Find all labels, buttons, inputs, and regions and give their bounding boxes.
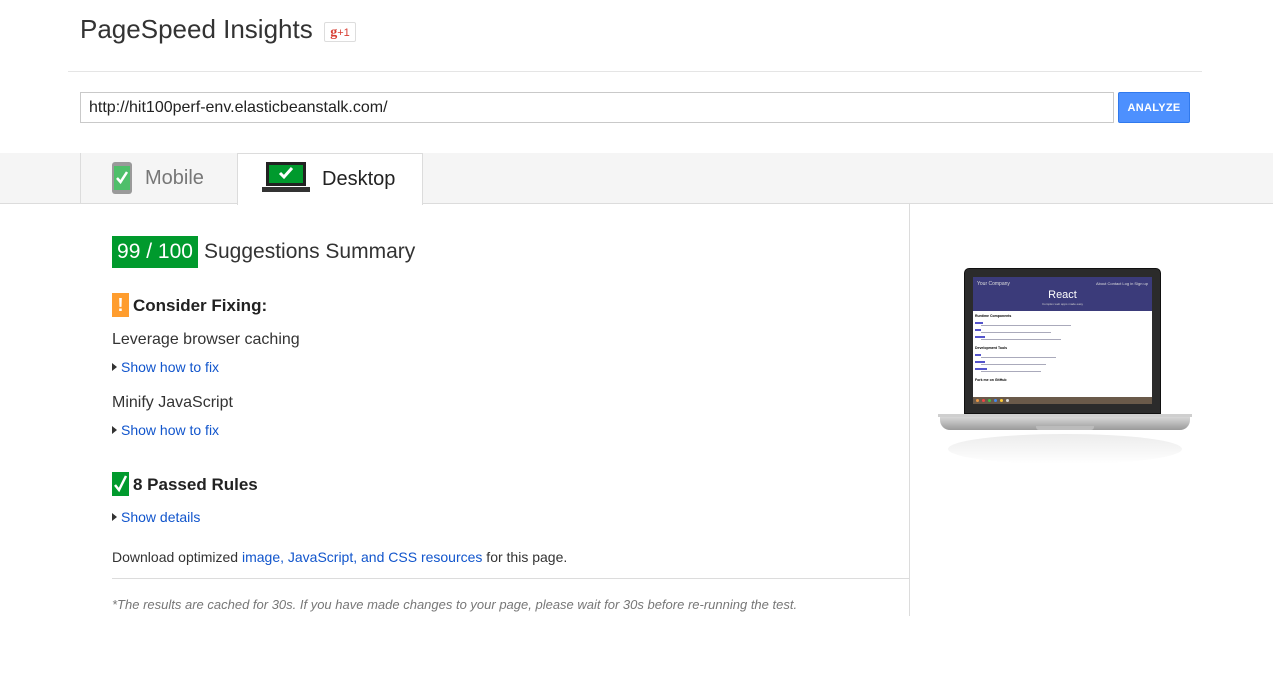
show-how-to-fix-link[interactable]: Show how to fix xyxy=(112,422,219,438)
laptop-base-edge xyxy=(938,414,1192,417)
laptop-screen-frame: Your Company About Contact Log in Sign u… xyxy=(964,268,1161,414)
download-suffix: for this page. xyxy=(482,549,568,565)
summary-title: Suggestions Summary xyxy=(204,240,416,263)
link-label: Show details xyxy=(121,509,201,525)
content-divider xyxy=(909,204,910,616)
preview-nav: About Contact Log in Sign up xyxy=(1095,281,1148,286)
mobile-phone-icon xyxy=(112,162,132,194)
desktop-preview: Your Company About Contact Log in Sign u… xyxy=(938,266,1192,486)
laptop-reflection xyxy=(948,434,1182,464)
preview-text xyxy=(981,364,1046,365)
preview-section-heading: Runtime Components xyxy=(975,314,1012,318)
preview-link xyxy=(975,361,985,363)
preview-company: Your Company xyxy=(977,281,1010,287)
preview-link xyxy=(975,368,987,370)
preview-text xyxy=(981,371,1041,372)
laptop-hinge xyxy=(1036,426,1094,430)
show-how-to-fix-link[interactable]: Show how to fix xyxy=(112,359,219,375)
expand-arrow-icon xyxy=(112,363,117,371)
taskbar-dot xyxy=(1006,399,1009,402)
preview-text xyxy=(981,332,1051,333)
preview-hero-sub: Complex web apps made easy xyxy=(1041,302,1084,306)
link-label: Show how to fix xyxy=(121,422,220,438)
preview-hero: Your Company About Contact Log in Sign u… xyxy=(973,277,1152,311)
laptop-icon xyxy=(262,162,310,192)
preview-section-heading: Development Tools xyxy=(975,346,1008,350)
page-screenshot: Your Company About Contact Log in Sign u… xyxy=(973,277,1152,404)
preview-link xyxy=(975,329,981,331)
preview-text xyxy=(981,357,1056,358)
show-details-link[interactable]: Show details xyxy=(112,509,200,525)
preview-link xyxy=(975,336,985,338)
url-input[interactable] xyxy=(80,92,1114,123)
page-title: PageSpeed Insights xyxy=(80,14,313,44)
tab-desktop[interactable]: Desktop xyxy=(237,153,423,205)
tab-desktop-label: Desktop xyxy=(322,168,396,190)
preview-link xyxy=(975,322,983,324)
tab-mobile[interactable]: Mobile xyxy=(80,153,237,204)
passed-rules-heading: 8 Passed Rules xyxy=(133,475,258,494)
preview-hero-title: React xyxy=(1048,289,1077,301)
link-label: Show how to fix xyxy=(121,359,220,375)
header-divider xyxy=(68,71,1202,72)
download-resources-link[interactable]: image, JavaScript, and CSS resources xyxy=(242,549,482,565)
preview-section-heading: Fork me on GitHub xyxy=(975,378,1007,382)
preview-taskbar xyxy=(973,397,1152,404)
taskbar-dot xyxy=(1000,399,1003,402)
preview-text xyxy=(981,325,1071,326)
taskbar-dot xyxy=(994,399,997,402)
download-prefix: Download optimized xyxy=(112,549,242,565)
gplus-button[interactable]: g+1 xyxy=(324,22,356,42)
taskbar-dot xyxy=(988,399,991,402)
warning-icon: ! xyxy=(112,293,129,317)
footer-divider xyxy=(112,578,909,579)
checkmark-icon xyxy=(112,472,129,496)
cached-note: *The results are cached for 30s. If you … xyxy=(112,597,798,612)
consider-fixing-heading: Consider Fixing: xyxy=(133,296,268,315)
expand-arrow-icon xyxy=(112,426,117,434)
tab-mobile-label: Mobile xyxy=(145,167,204,189)
device-tabbar: Mobile Desktop xyxy=(0,153,1273,205)
preview-link xyxy=(975,354,981,356)
expand-arrow-icon xyxy=(112,513,117,521)
gplus-label: +1 xyxy=(337,27,350,39)
taskbar-dot xyxy=(976,399,979,402)
taskbar-dot xyxy=(982,399,985,402)
rule-title: Minify JavaScript xyxy=(112,394,233,411)
download-text: Download optimized image, JavaScript, an… xyxy=(112,549,567,565)
preview-text xyxy=(981,339,1061,340)
score-badge: 99 / 100 xyxy=(112,236,198,268)
rule-title: Leverage browser caching xyxy=(112,331,300,348)
analyze-button[interactable]: ANALYZE xyxy=(1118,92,1190,123)
